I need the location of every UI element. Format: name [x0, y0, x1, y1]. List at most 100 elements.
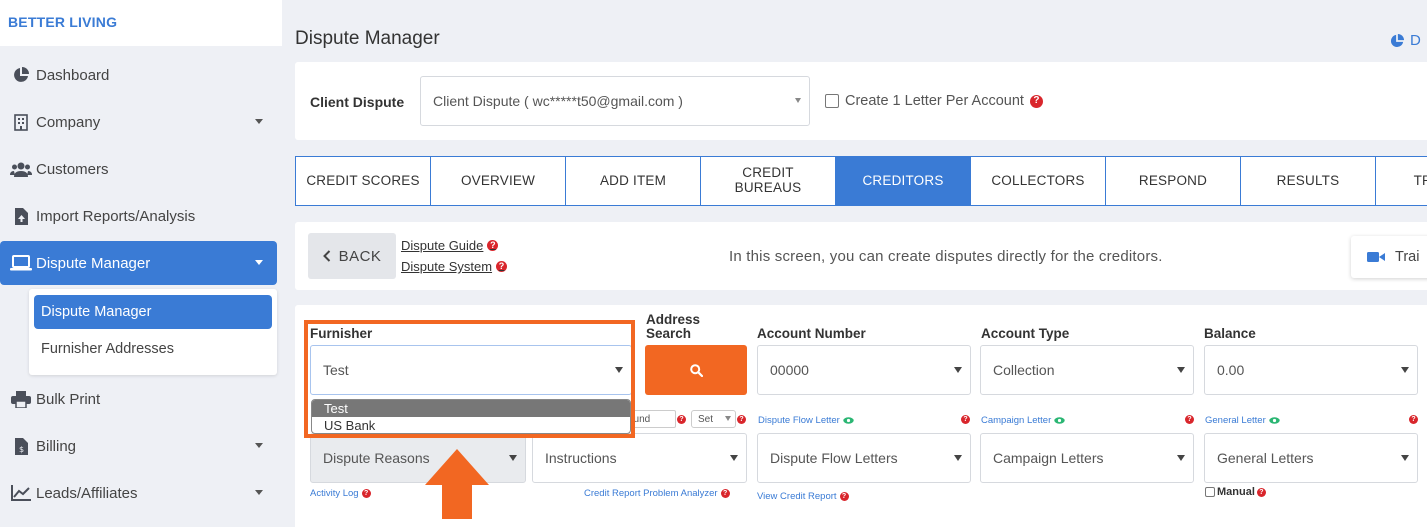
chevron-down-icon — [1177, 455, 1185, 461]
video-camera-icon — [1367, 252, 1385, 262]
sidebar: BETTER LIVING Dashboard Company Customer… — [0, 0, 283, 527]
campaign-letter-text: Campaign Letter — [981, 415, 1052, 426]
sidebar-item-dashboard[interactable]: Dashboard — [0, 53, 277, 97]
tab-collectors[interactable]: COLLECTORS — [970, 156, 1106, 206]
tab-creditors[interactable]: CREDITORS — [835, 156, 971, 206]
chevron-down-icon — [255, 119, 263, 124]
create-letter-checkbox[interactable] — [825, 94, 839, 108]
furnisher-select[interactable]: Test — [310, 345, 632, 395]
pie-chart-icon — [1390, 33, 1404, 47]
help-icon[interactable]: ? — [496, 261, 508, 272]
tab-credit-bureaus[interactable]: CREDIT BUREAUS — [700, 156, 836, 206]
account-type-value: Collection — [993, 362, 1055, 378]
general-letters-select[interactable]: General Letters — [1204, 433, 1418, 483]
help-icon[interactable]: ? — [839, 492, 849, 501]
sidebar-item-label: Customers — [36, 160, 109, 178]
balance-value: 0.00 — [1217, 362, 1245, 378]
manual-option: Manual ? — [1205, 486, 1266, 498]
eye-icon[interactable] — [843, 417, 854, 424]
general-letter-label: General Letter — [1205, 415, 1280, 426]
sidebar-item-company[interactable]: Company — [0, 100, 277, 144]
client-dispute-label: Client Dispute — [310, 94, 405, 110]
help-icon[interactable]: ? — [737, 415, 746, 424]
eye-icon[interactable] — [1269, 417, 1280, 424]
sidebar-item-label: Company — [36, 113, 101, 131]
users-icon — [10, 160, 32, 178]
manual-label: Manual — [1217, 486, 1255, 498]
tab-add-item[interactable]: ADD ITEM — [565, 156, 701, 206]
back-button[interactable]: BACK — [308, 233, 396, 279]
balance-select[interactable]: 0.00 — [1204, 345, 1418, 395]
help-icon[interactable]: ? — [961, 415, 970, 424]
chevron-down-icon — [1401, 455, 1409, 461]
help-icon[interactable]: ? — [677, 415, 686, 424]
dispute-system-label: Dispute System — [401, 259, 493, 274]
sidebar-item-label: Import Reports/Analysis — [36, 207, 196, 225]
help-icon[interactable]: ? — [487, 240, 499, 251]
sidebar-item-billing[interactable]: $ Billing — [0, 424, 277, 468]
client-dispute-select[interactable]: Client Dispute ( wc*****t50@gmail.com ) — [420, 76, 810, 126]
tab-truncated[interactable]: TR — [1375, 156, 1427, 206]
sidebar-item-bulk-print[interactable]: Bulk Print — [0, 377, 277, 421]
help-icon[interactable]: ? — [1185, 415, 1194, 424]
eye-icon[interactable] — [1054, 417, 1065, 424]
furnisher-option-test[interactable]: Test — [312, 400, 630, 417]
training-button[interactable]: Trai — [1351, 236, 1427, 278]
address-search-label-line2: Search — [646, 326, 692, 341]
sidebar-item-leads-affiliates[interactable]: Leads/Affiliates — [0, 471, 277, 515]
chevron-down-icon — [255, 490, 263, 495]
invoice-icon: $ — [10, 437, 32, 455]
dispute-guide-link[interactable]: Dispute Guide ? — [401, 238, 499, 253]
dispute-reasons-value: Dispute Reasons — [323, 450, 430, 466]
view-credit-report-link[interactable]: View Credit Report ? — [757, 491, 849, 502]
chevron-down-icon — [1177, 367, 1185, 373]
tab-overview[interactable]: OVERVIEW — [430, 156, 566, 206]
help-icon[interactable]: ? — [1409, 415, 1418, 424]
dispute-flow-letter-text: Dispute Flow Letter — [758, 415, 840, 426]
sidebar-item-label: Bulk Print — [36, 390, 101, 408]
activity-log-link[interactable]: Activity Log ? — [310, 488, 371, 499]
tab-respond[interactable]: RESPOND — [1105, 156, 1241, 206]
sidebar-item-import-reports[interactable]: Import Reports/Analysis — [0, 194, 277, 238]
account-type-select[interactable]: Collection — [980, 345, 1194, 395]
client-dispute-value: Client Dispute ( wc*****t50@gmail.com ) — [433, 93, 683, 109]
page-title: Dispute Manager — [295, 28, 440, 49]
help-icon[interactable]: ? — [361, 489, 371, 498]
dispute-flow-letters-value: Dispute Flow Letters — [770, 450, 898, 466]
tab-results[interactable]: RESULTS — [1240, 156, 1376, 206]
help-icon[interactable]: ? — [1029, 94, 1043, 108]
set-select[interactable]: Set — [691, 410, 736, 428]
help-icon[interactable]: ? — [1256, 487, 1266, 497]
back-button-label: BACK — [338, 247, 382, 265]
round-select[interactable]: ound — [628, 410, 676, 428]
furnisher-option-us-bank[interactable]: US Bank — [312, 417, 630, 433]
campaign-letter-label: Campaign Letter — [981, 415, 1065, 426]
training-button-label: Trai — [1395, 249, 1420, 265]
sidebar-item-dispute-manager[interactable]: Dispute Manager — [0, 241, 277, 285]
pie-chart-icon — [10, 66, 32, 84]
dispute-guide-label: Dispute Guide — [401, 238, 484, 253]
tab-credit-scores[interactable]: CREDIT SCORES — [295, 156, 431, 206]
submenu-item-dispute-manager[interactable]: Dispute Manager — [34, 295, 272, 329]
address-search-button[interactable] — [645, 345, 747, 395]
submenu-item-furnisher-addresses[interactable]: Furnisher Addresses — [34, 332, 272, 366]
dashboard-link[interactable]: D — [1390, 32, 1421, 49]
help-icon[interactable]: ? — [720, 489, 730, 498]
manual-checkbox[interactable] — [1205, 487, 1215, 497]
chevron-down-icon — [795, 98, 801, 103]
dispute-system-link[interactable]: Dispute System ? — [401, 259, 508, 274]
printer-icon — [10, 390, 32, 408]
dashboard-link-label: D — [1410, 32, 1421, 49]
chevron-down-icon — [509, 455, 517, 461]
laptop-icon — [10, 254, 32, 272]
sidebar-item-label: Leads/Affiliates — [36, 484, 138, 502]
chevron-down-icon — [954, 455, 962, 461]
sidebar-item-customers[interactable]: Customers — [0, 147, 277, 191]
dispute-flow-letters-select[interactable]: Dispute Flow Letters — [757, 433, 971, 483]
general-letters-value: General Letters — [1217, 450, 1314, 466]
instructions-select[interactable]: Instructions — [532, 433, 747, 483]
account-number-select[interactable]: 00000 — [757, 345, 971, 395]
credit-report-analyzer-link[interactable]: Credit Report Problem Analyzer ? — [584, 488, 730, 499]
campaign-letters-select[interactable]: Campaign Letters — [980, 433, 1194, 483]
dispute-reasons-select[interactable]: Dispute Reasons — [310, 433, 526, 483]
